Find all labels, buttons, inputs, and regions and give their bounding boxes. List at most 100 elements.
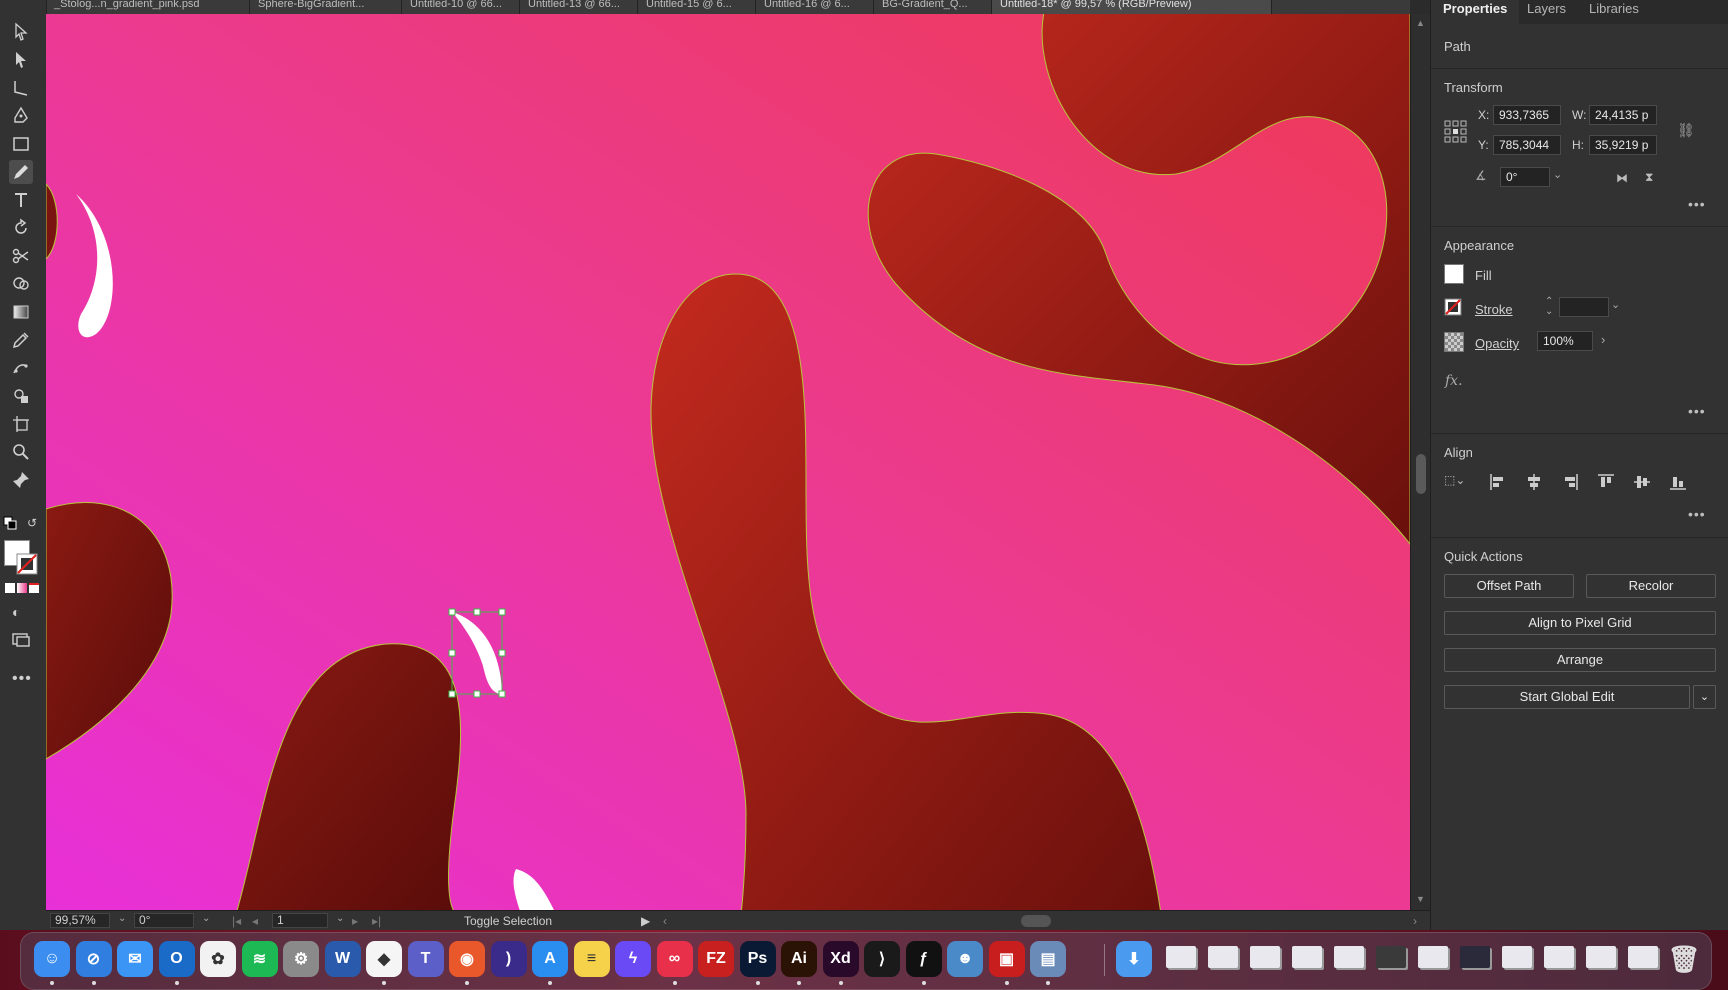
line-segment-tool-icon[interactable]: [9, 76, 33, 100]
align-more-icon[interactable]: •••: [1688, 506, 1706, 522]
flip-vertical-icon[interactable]: ⧗: [1645, 170, 1653, 185]
document-tab[interactable]: Untitled-15 @ 6...: [638, 0, 756, 14]
swap-colors-icon[interactable]: ↺: [27, 516, 41, 530]
reference-point-icon[interactable]: [1444, 120, 1468, 144]
chevron-down-icon[interactable]: ⌄: [1553, 168, 1562, 181]
scroll-right-icon[interactable]: ›: [1413, 914, 1417, 928]
teams-icon[interactable]: T: [407, 941, 444, 977]
finder-icon[interactable]: ☺: [34, 941, 70, 977]
chevron-down-icon[interactable]: ⌄: [118, 913, 126, 924]
appearance-more-icon[interactable]: •••: [1688, 403, 1706, 419]
transform-more-icon[interactable]: •••: [1688, 196, 1706, 212]
document-tab[interactable]: Untitled-16 @ 6...: [756, 0, 874, 14]
trash-icon[interactable]: 🗑: [1666, 941, 1702, 977]
y-field[interactable]: 785,3044: [1493, 135, 1561, 155]
chevron-down-icon[interactable]: ⌄: [336, 913, 344, 924]
avatar-app-icon[interactable]: ☻: [947, 941, 983, 977]
align-right-icon[interactable]: [1561, 473, 1579, 491]
recolor-button[interactable]: Recolor: [1586, 574, 1716, 598]
xd-icon[interactable]: Xd: [822, 941, 859, 977]
minimized-window[interactable]: [1376, 946, 1406, 968]
minimized-window[interactable]: [1292, 946, 1322, 968]
minimized-window[interactable]: [1208, 946, 1238, 968]
scroll-up-icon[interactable]: ▲: [1416, 18, 1425, 28]
default-colors-icon[interactable]: [3, 516, 17, 530]
minimized-window[interactable]: [1250, 946, 1280, 968]
color-mode-icons[interactable]: [5, 583, 41, 593]
document-tab-active[interactable]: Untitled-18* @ 99,57 % (RGB/Preview): [992, 0, 1272, 14]
global-edit-options-chevron-icon[interactable]: ⌄: [1693, 685, 1716, 709]
minimized-window[interactable]: [1166, 946, 1196, 968]
stroke-label[interactable]: Stroke: [1475, 302, 1513, 317]
scrollbar-thumb[interactable]: [1416, 454, 1426, 494]
horizontal-scrollbar-thumb[interactable]: [1021, 915, 1051, 927]
artboard-number-field[interactable]: 1: [272, 913, 328, 928]
artboard-canvas[interactable]: [46, 14, 1410, 910]
gradient-tool-icon[interactable]: [9, 300, 33, 324]
selection-tool-icon[interactable]: [9, 20, 33, 44]
photoshop-icon[interactable]: Ps: [739, 941, 776, 977]
scroll-left-icon[interactable]: ‹: [663, 914, 667, 928]
safari-icon[interactable]: ⊘: [75, 941, 112, 977]
messenger-icon[interactable]: ϟ: [615, 941, 651, 977]
previous-artboard-icon[interactable]: ◂: [252, 914, 258, 928]
align-to-pixel-grid-button[interactable]: Align to Pixel Grid: [1444, 611, 1716, 635]
stroke-swatch[interactable]: [16, 553, 38, 575]
pdf-app-icon[interactable]: ▣: [988, 941, 1025, 977]
stroke-stepper-icon[interactable]: ⌃ ⌄: [1545, 297, 1553, 317]
arrange-button[interactable]: Arrange: [1444, 648, 1716, 672]
status-menu-arrow-icon[interactable]: ▶: [641, 914, 650, 928]
minimized-window[interactable]: [1544, 946, 1574, 968]
opacity-field[interactable]: 100%: [1537, 331, 1593, 351]
minimized-window[interactable]: [1460, 946, 1490, 968]
spotify-icon[interactable]: ≋: [241, 941, 278, 977]
pencil-tool-icon[interactable]: [9, 160, 33, 184]
document-tab[interactable]: Untitled-10 @ 66...: [402, 0, 520, 14]
symbol-sprayer-tool-icon[interactable]: [9, 384, 33, 408]
minimized-window[interactable]: [1586, 946, 1616, 968]
screen-mode-icon[interactable]: [11, 632, 31, 648]
filezilla-icon[interactable]: FZ: [698, 941, 734, 977]
sketch-icon[interactable]: ◆: [366, 941, 402, 977]
scroll-down-icon[interactable]: ▼: [1416, 894, 1425, 904]
fill-swatch[interactable]: [1444, 264, 1464, 284]
last-artboard-icon[interactable]: ▸|: [372, 914, 381, 928]
first-artboard-icon[interactable]: |◂: [232, 914, 241, 928]
podcast-icon[interactable]: ): [490, 941, 527, 977]
downloads-folder-icon[interactable]: ⬇: [1116, 941, 1152, 977]
eyedropper-tool-icon[interactable]: [9, 328, 33, 352]
w-field[interactable]: 24,4135 p: [1589, 105, 1657, 125]
offset-path-button[interactable]: Offset Path: [1444, 574, 1574, 598]
outlook-icon[interactable]: O: [158, 941, 195, 977]
align-horizontal-center-icon[interactable]: [1525, 473, 1543, 491]
next-artboard-icon[interactable]: ▸: [352, 914, 358, 928]
artboard-tool-icon[interactable]: [9, 412, 33, 436]
chevron-down-icon[interactable]: ⌄: [1611, 298, 1620, 311]
align-left-icon[interactable]: [1489, 473, 1507, 491]
h-field[interactable]: 35,9219 p: [1589, 135, 1657, 155]
firefox-icon[interactable]: ◉: [449, 941, 485, 977]
rotate-tool-icon[interactable]: [9, 216, 33, 240]
document-tab[interactable]: _Stolog...n_gradient_pink.psd: [46, 0, 250, 14]
vscode-icon[interactable]: ⟩: [864, 941, 900, 977]
align-to-selection-icon[interactable]: ⬚⌄: [1444, 473, 1474, 491]
minimized-window[interactable]: [1628, 946, 1658, 968]
align-vertical-center-icon[interactable]: [1633, 473, 1651, 491]
mail-icon[interactable]: ✉: [117, 941, 153, 977]
start-global-edit-button[interactable]: Start Global Edit: [1444, 685, 1690, 709]
script-icon[interactable]: ƒ: [905, 941, 942, 977]
rotate-field[interactable]: 0°: [1500, 167, 1550, 187]
flip-horizontal-icon[interactable]: ⧓: [1616, 171, 1628, 185]
photos-icon[interactable]: ✿: [200, 941, 236, 977]
direct-selection-tool-icon[interactable]: [9, 48, 33, 72]
minimized-window[interactable]: [1334, 946, 1364, 968]
zoom-field[interactable]: 99,57%: [50, 913, 110, 928]
constrain-proportions-icon[interactable]: ⛓: [1677, 122, 1695, 139]
align-top-icon[interactable]: [1597, 473, 1615, 491]
chevron-down-icon[interactable]: ⌄: [202, 913, 210, 924]
x-field[interactable]: 933,7365: [1493, 105, 1561, 125]
rotation-field[interactable]: 0°: [134, 913, 194, 928]
zoom-tool-icon[interactable]: [9, 440, 33, 464]
puppet-warp-tool-icon[interactable]: [9, 356, 33, 380]
chevron-right-icon[interactable]: ›: [1601, 332, 1605, 347]
